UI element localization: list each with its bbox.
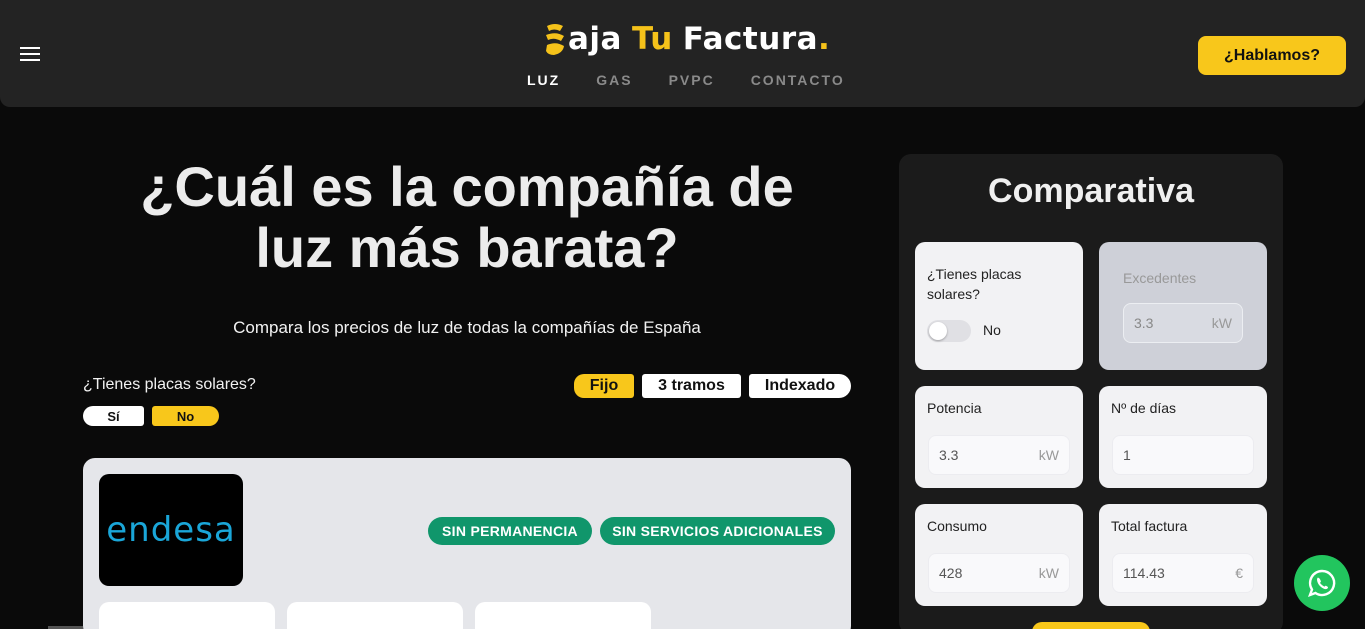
- solar-question: ¿Tienes placas solares?: [83, 376, 256, 393]
- consumo-input[interactable]: 428 kW: [928, 553, 1070, 593]
- solar-no-button[interactable]: No: [152, 406, 219, 426]
- page-title-line-1: ¿Cuál es la compañía de: [140, 155, 794, 218]
- page-title: ¿Cuál es la compañía de luz más barata?: [84, 156, 850, 278]
- tag-sin-servicios-adicionales: SIN SERVICIOS ADICIONALES: [600, 517, 835, 545]
- excedentes-box: Excedentes 3.3 kW: [1099, 242, 1267, 370]
- logo-word-1: aja: [568, 21, 622, 57]
- consumo-value: 428: [939, 565, 963, 581]
- page-title-line-2: luz más barata?: [255, 216, 679, 279]
- logo-word-3: Factura: [682, 21, 819, 57]
- logo-word-2: Tu: [631, 21, 673, 57]
- nav-item-contacto[interactable]: CONTACTO: [751, 72, 845, 88]
- total-unit: €: [1235, 565, 1243, 581]
- dias-label: Nº de días: [1111, 400, 1177, 416]
- consumo-label: Consumo: [927, 518, 987, 534]
- solar-box: ¿Tienes placas solares? No: [915, 242, 1083, 370]
- total-label: Total factura: [1111, 518, 1188, 534]
- solar-toggle[interactable]: [927, 320, 971, 342]
- potencia-label: Potencia: [927, 400, 982, 416]
- solar-yes-button[interactable]: Sí: [83, 406, 144, 426]
- logo[interactable]: aja Tu Factura .: [544, 18, 830, 60]
- nav-item-gas[interactable]: GAS: [596, 72, 632, 88]
- consumo-unit: kW: [1038, 565, 1059, 581]
- comparativa-title: Comparativa: [988, 172, 1194, 210]
- excedentes-label: Excedentes: [1123, 270, 1197, 286]
- excedentes-unit: kW: [1211, 315, 1232, 331]
- dias-value: 1: [1123, 447, 1131, 463]
- site-header: aja Tu Factura . LUZ GAS PVPC CONTACTO ¿…: [0, 0, 1365, 107]
- total-box: Total factura 114.43 €: [1099, 504, 1267, 606]
- brand-logo: endesa: [99, 474, 243, 586]
- logo-dot: .: [818, 21, 831, 57]
- tariff-indexado-button[interactable]: Indexado: [749, 374, 851, 398]
- whatsapp-button[interactable]: [1294, 555, 1350, 611]
- offer-card: endesa SIN PERMANENCIA SIN SERVICIOS ADI…: [83, 458, 851, 629]
- dias-input[interactable]: 1: [1112, 435, 1254, 475]
- tag-sin-permanencia: SIN PERMANENCIA: [428, 517, 592, 545]
- excedentes-input[interactable]: 3.3 kW: [1123, 303, 1243, 343]
- comparar-button[interactable]: [1032, 622, 1150, 629]
- consumo-box: Consumo 428 kW: [915, 504, 1083, 606]
- potencia-box: Potencia 3.3 kW: [915, 386, 1083, 488]
- potencia-unit: kW: [1038, 447, 1059, 463]
- offer-detail-box: [99, 602, 275, 629]
- tariff-fijo-button[interactable]: Fijo: [574, 374, 634, 398]
- nav-item-luz[interactable]: LUZ: [527, 72, 560, 88]
- nav-item-pvpc[interactable]: PVPC: [669, 72, 715, 88]
- whatsapp-icon: [1307, 569, 1336, 598]
- offer-detail-box: [287, 602, 463, 629]
- total-value: 114.43: [1123, 565, 1165, 581]
- logo-mark-icon: [546, 24, 564, 55]
- main-nav: LUZ GAS PVPC CONTACTO: [527, 72, 845, 88]
- page-subtitle: Compara los precios de luz de todas la c…: [233, 318, 701, 337]
- total-input[interactable]: 114.43 €: [1112, 553, 1254, 593]
- tariff-3-tramos-button[interactable]: 3 tramos: [642, 374, 741, 398]
- offer-detail-box: [475, 602, 651, 629]
- excedentes-value: 3.3: [1134, 315, 1154, 331]
- solar-label: ¿Tienes placas solares?: [927, 266, 1022, 302]
- dias-box: Nº de días 1: [1099, 386, 1267, 488]
- potencia-value: 3.3: [939, 447, 959, 463]
- comparativa-panel: Comparativa ¿Tienes placas solares? No E…: [899, 154, 1283, 629]
- solar-toggle-label: No: [983, 322, 1001, 338]
- brand-name: endesa: [106, 510, 236, 550]
- menu-icon[interactable]: [20, 47, 40, 63]
- potencia-input[interactable]: 3.3 kW: [928, 435, 1070, 475]
- hablamos-button[interactable]: ¿Hablamos?: [1198, 36, 1346, 75]
